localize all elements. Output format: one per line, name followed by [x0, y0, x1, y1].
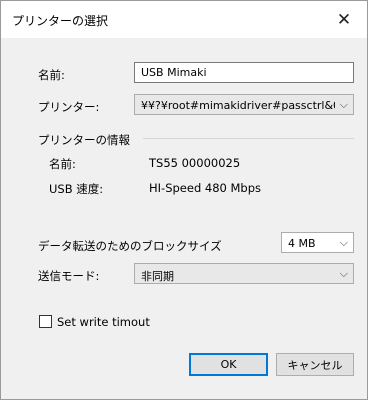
- info-name-value: TS55 00000025: [149, 156, 241, 170]
- send-mode-select[interactable]: 非同期 ⌵: [134, 263, 354, 284]
- title-bar: プリンターの選択 ✕: [1, 1, 367, 38]
- printer-label: プリンター:: [38, 100, 100, 114]
- printer-select-dialog: プリンターの選択 ✕ 名前: USB Mimaki プリンター: ¥¥?¥roo…: [0, 0, 368, 400]
- send-mode-value: 非同期: [141, 270, 174, 283]
- info-usb-speed-value: HI-Speed 480 Mbps: [149, 181, 262, 195]
- printer-info-group-title: プリンターの情報: [38, 133, 130, 147]
- send-mode-label: 送信モード:: [38, 269, 100, 283]
- name-field[interactable]: USB Mimaki: [134, 62, 354, 83]
- info-name-label: 名前:: [49, 157, 76, 171]
- group-divider: [143, 138, 354, 139]
- block-size-value: 4 MB: [288, 237, 316, 250]
- write-timeout-label[interactable]: Set write timout: [57, 315, 150, 329]
- chevron-down-icon: ⌵: [339, 267, 348, 280]
- write-timeout-checkbox[interactable]: [39, 315, 52, 328]
- cancel-button[interactable]: キャンセル: [276, 353, 354, 376]
- close-icon: ✕: [336, 9, 352, 30]
- ok-button[interactable]: OK: [189, 353, 268, 376]
- close-button[interactable]: ✕: [321, 1, 367, 38]
- name-label: 名前:: [38, 68, 65, 82]
- printer-select-value: ¥¥?¥root#mimakidriver#passctrl&0;: [141, 99, 335, 112]
- info-usb-speed-label: USB 速度:: [49, 182, 104, 196]
- dialog-title: プリンターの選択: [12, 14, 109, 28]
- chevron-down-icon: ⌵: [339, 236, 348, 249]
- printer-select[interactable]: ¥¥?¥root#mimakidriver#passctrl&0; ⌵: [134, 94, 354, 115]
- chevron-down-icon: ⌵: [339, 98, 348, 111]
- block-size-select[interactable]: 4 MB ⌵: [281, 232, 354, 253]
- block-size-label: データ転送のためのブロックサイズ: [38, 239, 222, 253]
